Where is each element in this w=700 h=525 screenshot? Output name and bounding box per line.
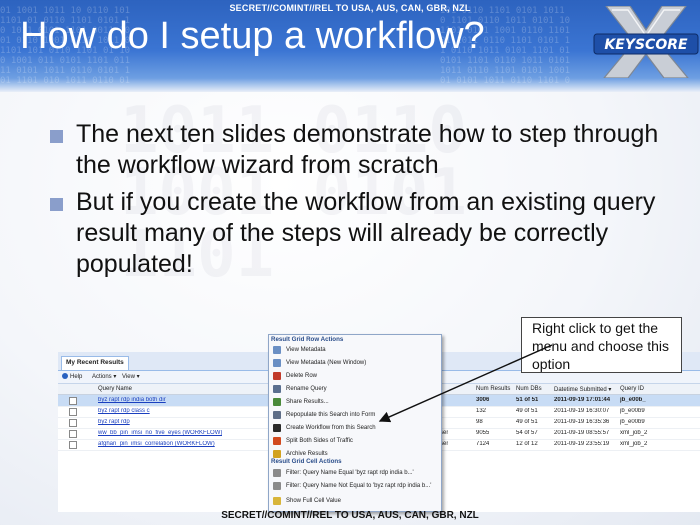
filter-not-icon bbox=[273, 482, 281, 490]
row-checkbox[interactable] bbox=[69, 441, 77, 449]
menu-item[interactable]: Repopulate this Search into Form bbox=[273, 410, 437, 421]
menu-item[interactable]: Share Results... bbox=[273, 397, 437, 408]
row-checkbox[interactable] bbox=[69, 419, 77, 427]
magnifier-icon bbox=[273, 411, 281, 419]
column-datetime-submitted[interactable]: Datetime Submitted ▾ bbox=[554, 386, 611, 393]
menu-item-label: Filter: Query Name Not Equal to 'byz rap… bbox=[286, 483, 432, 489]
num-results-cell: 9055 bbox=[476, 430, 490, 436]
query-name-link[interactable]: ww_bb_pin_imsi_no_five_eyes (WORKFLOW) bbox=[98, 430, 222, 436]
menu-item-label: Share Results... bbox=[286, 399, 329, 405]
bullet-item: The next ten slides demonstrate how to s… bbox=[50, 119, 670, 181]
menu-item-label: Create Workflow from this Search bbox=[286, 425, 376, 431]
bullet-item: But if you create the workflow from an e… bbox=[50, 187, 670, 280]
menu-item-label: Repopulate this Search into Form bbox=[286, 412, 376, 418]
query-name-link[interactable]: byz rapt rdp class c bbox=[98, 408, 150, 414]
bullet-square-icon bbox=[50, 130, 63, 143]
num-results-cell: 132 bbox=[476, 408, 487, 414]
menu-item-label: Rename Query bbox=[286, 386, 327, 392]
num-dbs-cell: 12 of 12 bbox=[516, 441, 538, 447]
datetime-cell: 2011-09-19 16:35:36 bbox=[554, 419, 610, 425]
rename-icon bbox=[273, 385, 281, 393]
num-results-cell: 7124 bbox=[476, 441, 490, 447]
archive-icon bbox=[273, 450, 281, 458]
menu-item[interactable]: Delete Row bbox=[273, 371, 437, 382]
num-dbs-cell: 51 of 51 bbox=[516, 397, 539, 403]
menu-item[interactable]: Filter: Query Name Not Equal to 'byz rap… bbox=[273, 481, 437, 492]
num-dbs-cell: 49 of 51 bbox=[516, 419, 538, 425]
menu-item-label: Filter: Query Name Equal 'byz rapt rdp i… bbox=[286, 470, 414, 476]
document-icon bbox=[273, 346, 281, 354]
query-name-link[interactable]: afghan_pin_imsi_correlation (WORKFLOW) bbox=[98, 441, 215, 447]
query-id-cell: jb_e00b_ bbox=[620, 397, 646, 403]
menu-item-label: Show Full Cell Value bbox=[286, 498, 341, 504]
datetime-cell: 2011-09-19 23:55:19 bbox=[554, 441, 610, 447]
menu-item[interactable]: Split Both Sides of Traffic bbox=[273, 436, 437, 447]
menu-item-label: Archive Results bbox=[286, 451, 328, 457]
row-checkbox[interactable] bbox=[69, 430, 77, 438]
delete-icon bbox=[273, 372, 281, 380]
datetime-cell: 2011-09-19 08:55:57 bbox=[554, 430, 610, 436]
column-query-name[interactable]: Query Name bbox=[98, 386, 132, 392]
slide-title: How do I setup a workflow? bbox=[20, 15, 485, 57]
menu-item-label: Delete Row bbox=[286, 373, 318, 379]
num-dbs-cell: 54 of 57 bbox=[516, 430, 538, 436]
keyscore-logo-text: KEYSCORE bbox=[604, 37, 688, 53]
query-id-cell: jb_e00b9 bbox=[620, 419, 645, 425]
datetime-cell: 2011-09-19 17:01:44 bbox=[554, 397, 611, 403]
datetime-cell: 2011-09-19 16:30:07 bbox=[554, 408, 610, 414]
filter-icon bbox=[273, 469, 281, 477]
query-id-cell: xml_job_2 bbox=[620, 441, 648, 447]
share-icon bbox=[273, 398, 281, 406]
num-results-cell: 98 bbox=[476, 419, 483, 425]
num-results-cell: 3006 bbox=[476, 397, 490, 403]
help-icon bbox=[62, 373, 68, 379]
menu-item-show-full-cell-value[interactable]: Show Full Cell Value bbox=[273, 496, 437, 507]
bullet-list: The next ten slides demonstrate how to s… bbox=[50, 119, 670, 286]
workflow-icon bbox=[273, 424, 281, 432]
callout-box: Right click to get the menu and choose t… bbox=[521, 317, 682, 373]
column-query-id[interactable]: Query ID bbox=[620, 386, 644, 392]
view-menu-button[interactable]: View ▾ bbox=[122, 373, 140, 380]
bullet-text: But if you create the workflow from an e… bbox=[76, 188, 656, 278]
help-label: Help bbox=[70, 374, 83, 380]
help-button[interactable]: Help bbox=[62, 373, 82, 380]
row-checkbox[interactable] bbox=[69, 408, 77, 416]
bullet-text: The next ten slides demonstrate how to s… bbox=[76, 120, 659, 179]
menu-item-label: Split Both Sides of Traffic bbox=[286, 438, 353, 444]
column-num-dbs[interactable]: Num DBs bbox=[516, 386, 542, 392]
menu-item[interactable]: Filter: Query Name Equal 'byz rapt rdp i… bbox=[273, 468, 437, 479]
menu-item[interactable]: Create Workflow from this Search bbox=[273, 423, 437, 434]
menu-section-cell-actions: Result Grid Cell Actions bbox=[271, 458, 342, 465]
keyscore-logo: KEYSCORE bbox=[593, 6, 699, 78]
query-id-cell: xml_job_2 bbox=[620, 430, 648, 436]
query-name-link[interactable]: byz rapt rdp india both dir bbox=[98, 397, 166, 403]
num-dbs-cell: 49 of 51 bbox=[516, 408, 538, 414]
tab-my-recent-results[interactable]: My Recent Results bbox=[61, 356, 129, 370]
cell-icon bbox=[273, 497, 281, 505]
menu-item[interactable]: View Metadata (New Window) bbox=[273, 358, 437, 369]
actions-menu-button[interactable]: Actions ▾ bbox=[92, 373, 116, 380]
classification-bottom: SECRET//COMINT//REL TO USA, AUS, CAN, GB… bbox=[221, 510, 479, 521]
query-id-cell: jb_e00b9 bbox=[620, 408, 645, 414]
menu-item[interactable]: Rename Query bbox=[273, 384, 437, 395]
menu-item-label: View Metadata bbox=[286, 347, 326, 353]
query-name-link[interactable]: byz rapt rdp bbox=[98, 419, 130, 425]
menu-item-label: View Metadata (New Window) bbox=[286, 360, 367, 366]
row-checkbox[interactable] bbox=[69, 397, 77, 405]
menu-section-row-actions: Result Grid Row Actions bbox=[271, 336, 344, 343]
column-num-results[interactable]: Num Results bbox=[476, 386, 510, 392]
window-icon bbox=[273, 359, 281, 367]
split-icon bbox=[273, 437, 281, 445]
menu-item[interactable]: View Metadata bbox=[273, 345, 437, 356]
bullet-square-icon bbox=[50, 198, 63, 211]
context-menu: Result Grid Row Actions View Metadata Vie… bbox=[268, 334, 442, 512]
